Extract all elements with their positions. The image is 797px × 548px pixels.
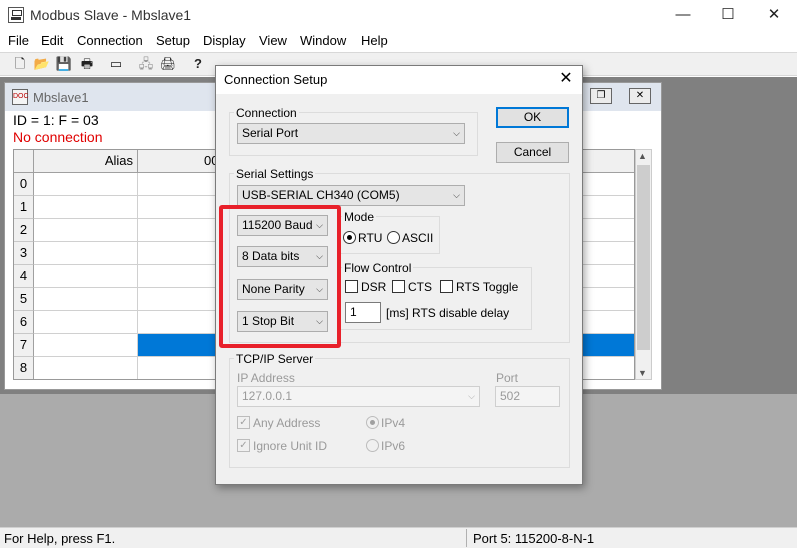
port-label: Port	[496, 371, 519, 385]
save-icon[interactable]: 💾	[55, 55, 73, 73]
maximize-button[interactable]: ☐	[705, 0, 751, 30]
child-close-button[interactable]: ✕	[629, 88, 651, 104]
ascii-radio[interactable]	[387, 231, 400, 244]
dialog-title: Connection Setup	[224, 72, 328, 87]
rts-toggle-label[interactable]: RTS Toggle	[456, 280, 518, 294]
scrollbar-thumb[interactable]	[637, 165, 650, 350]
row-header[interactable]: 1	[14, 196, 34, 219]
ipv6-label[interactable]: IPv6	[381, 439, 405, 453]
ipv4-radio[interactable]	[366, 416, 379, 429]
window-title: Modbus Slave - Mbslave1	[30, 7, 192, 23]
rtu-radio[interactable]	[343, 231, 356, 244]
serial-port-value: USB-SERIAL CH340 (COM5)	[242, 188, 400, 202]
menu-edit[interactable]: Edit	[41, 33, 63, 48]
chevron-down-icon: ⌵	[453, 190, 460, 200]
open-folder-icon[interactable]: 📂	[33, 55, 51, 73]
alias-cell[interactable]	[34, 334, 138, 357]
any-address-checkbox[interactable]: ✓	[237, 416, 250, 429]
serial-settings-group-label: Serial Settings	[234, 167, 316, 181]
connection-type-value: Serial Port	[242, 126, 299, 140]
ipv4-label[interactable]: IPv4	[381, 416, 405, 430]
column-header-alias[interactable]: Alias	[34, 150, 138, 173]
child-window-title: Mbslave1	[33, 90, 89, 105]
close-button[interactable]: ✕	[751, 0, 797, 30]
status-port-text: Port 5: 115200-8-N-1	[473, 531, 595, 546]
row-header[interactable]: 0	[14, 173, 34, 196]
ip-address-value: 127.0.0.1	[242, 389, 293, 403]
highlight-annotation	[219, 205, 341, 348]
connection-group-label: Connection	[234, 106, 299, 120]
alias-cell[interactable]	[34, 357, 138, 379]
alias-cell[interactable]	[34, 288, 138, 311]
cts-checkbox[interactable]	[392, 280, 405, 293]
new-file-icon[interactable]: 🗋	[11, 55, 29, 73]
rtu-label[interactable]: RTU	[358, 231, 382, 245]
window-icon[interactable]: ▭	[107, 55, 125, 73]
alias-cell[interactable]	[34, 196, 138, 219]
alias-cell[interactable]	[34, 265, 138, 288]
alias-cell[interactable]	[34, 311, 138, 334]
scroll-down-icon[interactable]: ▼	[638, 368, 647, 378]
ignore-unit-id-checkbox[interactable]: ✓	[237, 439, 250, 452]
status-divider	[466, 529, 467, 547]
app-icon	[8, 7, 24, 23]
print-icon[interactable]: 🖶	[78, 55, 96, 73]
slave-id-function: ID = 1: F = 03	[13, 112, 99, 128]
ok-button[interactable]: OK	[496, 107, 569, 128]
help-icon[interactable]: ?	[189, 55, 207, 73]
status-help-text: For Help, press F1.	[4, 531, 116, 546]
menu-display[interactable]: Display	[203, 33, 246, 48]
connect-icon[interactable]: 🖧	[137, 55, 155, 73]
tcpip-server-group-label: TCP/IP Server	[234, 352, 316, 366]
flow-control-group-label: Flow Control	[342, 261, 414, 275]
ignore-unit-id-label[interactable]: Ignore Unit ID	[253, 439, 327, 453]
minimize-button[interactable]: —	[660, 0, 706, 30]
row-header[interactable]: 7	[14, 334, 34, 357]
ascii-label[interactable]: ASCII	[402, 231, 433, 245]
menu-help[interactable]: Help	[361, 33, 388, 48]
ip-address-label: IP Address	[237, 371, 295, 385]
mode-group-label: Mode	[342, 210, 377, 224]
port-input[interactable]: 502	[495, 386, 560, 407]
dsr-label[interactable]: DSR	[361, 280, 386, 294]
row-header[interactable]: 6	[14, 311, 34, 334]
alias-cell[interactable]	[34, 173, 138, 196]
dialog-close-button[interactable]: ✕	[552, 66, 580, 92]
menu-view[interactable]: View	[259, 33, 287, 48]
chevron-down-icon: ⌵	[468, 391, 475, 401]
any-address-label[interactable]: Any Address	[253, 416, 320, 430]
menu-file[interactable]: File	[8, 33, 29, 48]
alias-cell[interactable]	[34, 219, 138, 242]
row-header[interactable]: 5	[14, 288, 34, 311]
cancel-button[interactable]: Cancel	[496, 142, 569, 163]
menu-setup[interactable]: Setup	[156, 33, 190, 48]
cts-label[interactable]: CTS	[408, 280, 432, 294]
row-header[interactable]: 2	[14, 219, 34, 242]
chevron-down-icon: ⌵	[453, 128, 460, 138]
scroll-up-icon[interactable]: ▲	[638, 151, 647, 161]
child-restore-button[interactable]: ❐	[590, 88, 612, 104]
row-header[interactable]: 3	[14, 242, 34, 265]
serial-port-dropdown[interactable]: USB-SERIAL CH340 (COM5) ⌵	[237, 185, 465, 206]
connection-status-text: No connection	[13, 129, 103, 145]
ipv6-radio[interactable]	[366, 439, 379, 452]
ip-address-dropdown[interactable]: 127.0.0.1 ⌵	[237, 386, 480, 407]
document-icon: DOC	[12, 89, 29, 105]
row-header[interactable]: 4	[14, 265, 34, 288]
dsr-checkbox[interactable]	[345, 280, 358, 293]
rts-toggle-checkbox[interactable]	[440, 280, 453, 293]
connection-type-dropdown[interactable]: Serial Port ⌵	[237, 123, 465, 144]
menu-window[interactable]: Window	[300, 33, 346, 48]
rts-delay-input[interactable]: 1	[345, 302, 381, 323]
alias-cell[interactable]	[34, 242, 138, 265]
grid-corner	[14, 150, 34, 173]
status-bar	[0, 527, 797, 548]
rts-delay-label: [ms] RTS disable delay	[386, 306, 510, 320]
menu-connection[interactable]: Connection	[77, 33, 143, 48]
row-header[interactable]: 8	[14, 357, 34, 379]
disconnect-icon[interactable]: 🖨	[159, 55, 177, 73]
